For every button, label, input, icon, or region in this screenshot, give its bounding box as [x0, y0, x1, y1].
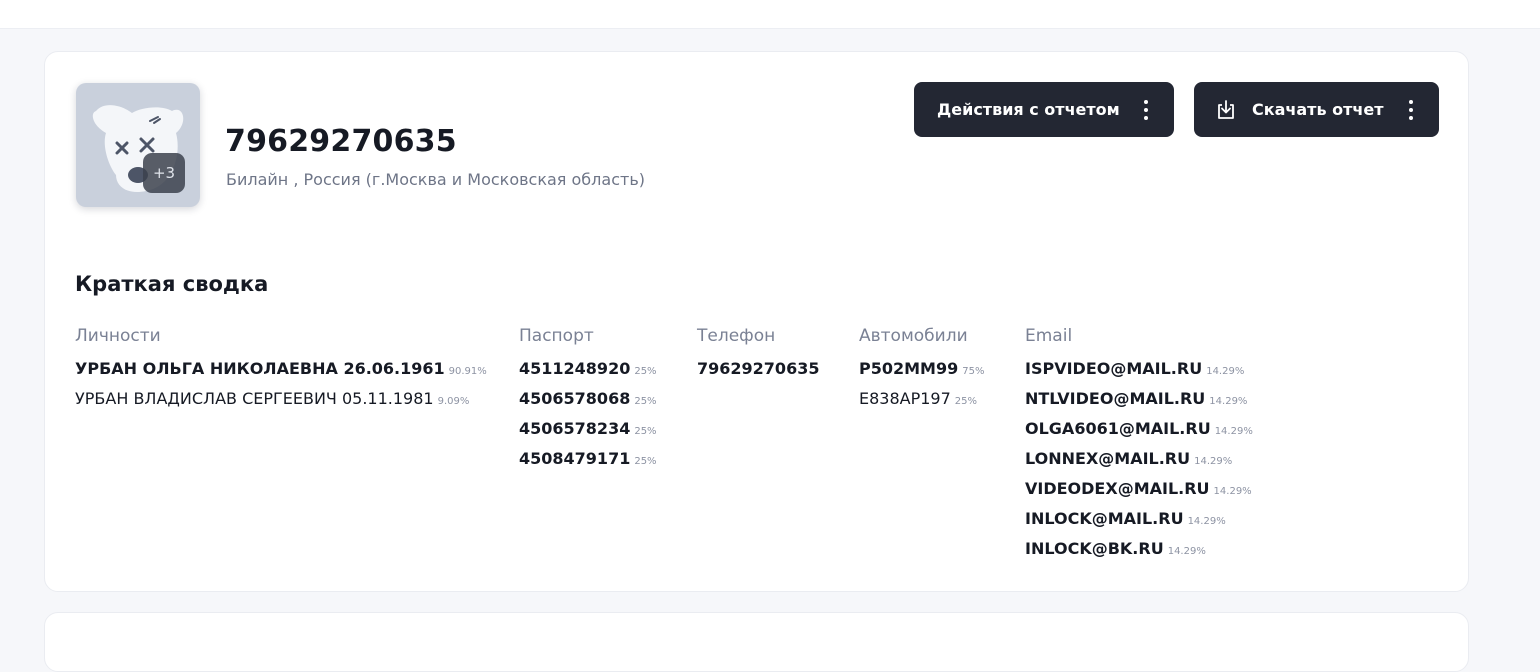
report-actions-label: Действия с отчетом — [937, 100, 1120, 119]
car-plate: Р502ММ99 — [859, 359, 959, 378]
top-bar — [0, 0, 1540, 29]
summary-title: Краткая сводка — [75, 272, 269, 296]
report-card: +3 79629270635 Билайн , Россия (г.Москва… — [44, 51, 1469, 592]
email-item[interactable]: VIDEODEX@MAIL.RU 14.29% — [1025, 477, 1253, 507]
email-item[interactable]: NTLVIDEO@MAIL.RU 14.29% — [1025, 387, 1253, 417]
email-item[interactable]: ISPVIDEO@MAIL.RU 14.29% — [1025, 357, 1253, 387]
more-vertical-icon — [1144, 100, 1148, 120]
passport-number: 4506578234 — [519, 419, 631, 438]
phones-header: Телефон — [697, 326, 776, 346]
email-percent: 14.29% — [1209, 396, 1248, 407]
email-item[interactable]: LONNEX@MAIL.RU 14.29% — [1025, 447, 1253, 477]
passport-percent: 25% — [634, 456, 657, 467]
email-percent: 14.29% — [1213, 486, 1252, 497]
phones-column: Телефон 79629270635 — [697, 326, 819, 387]
passport-item[interactable]: 4506578234 25% — [519, 417, 657, 447]
emails-header: Email — [1025, 326, 1073, 346]
email-percent: 14.29% — [1206, 366, 1245, 377]
passport-item[interactable]: 4511248920 25% — [519, 357, 657, 387]
car-plate: Е838АР197 — [859, 389, 951, 408]
email-address: NTLVIDEO@MAIL.RU — [1025, 389, 1206, 408]
download-report-label: Скачать отчет — [1252, 100, 1384, 119]
person-item[interactable]: УРБАН ВЛАДИСЛАВ СЕРГЕЕВИЧ 05.11.1981 9.09… — [75, 387, 487, 417]
persons-column: Личности УРБАН ОЛЬГА НИКОЛАЕВНА 26.06.19… — [75, 326, 487, 417]
cars-header: Автомобили — [859, 326, 968, 346]
passport-number: 4508479171 — [519, 449, 631, 468]
email-percent: 14.29% — [1167, 546, 1206, 557]
download-icon — [1218, 99, 1234, 119]
passport-percent: 25% — [634, 396, 657, 407]
phone-item[interactable]: 79629270635 — [697, 357, 819, 387]
report-subtitle: Билайн , Россия (г.Москва и Московская о… — [226, 170, 645, 189]
person-percent: 90.91% — [448, 366, 487, 377]
email-address: INLOCK@MAIL.RU — [1025, 509, 1184, 528]
passport-percent: 25% — [634, 426, 657, 437]
email-item[interactable]: OLGA6061@MAIL.RU 14.29% — [1025, 417, 1253, 447]
person-name: УРБАН ВЛАДИСЛАВ СЕРГЕЕВИЧ 05.11.1981 — [75, 389, 434, 408]
email-address: INLOCK@BK.RU — [1025, 539, 1164, 558]
avatar-extra-count[interactable]: +3 — [143, 153, 185, 193]
car-item[interactable]: Е838АР197 25% — [859, 387, 984, 417]
passport-item[interactable]: 4506578068 25% — [519, 387, 657, 417]
email-percent: 14.29% — [1187, 516, 1226, 527]
person-item[interactable]: УРБАН ОЛЬГА НИКОЛАЕВНА 26.06.1961 90.91% — [75, 357, 487, 387]
passports-header: Паспорт — [519, 326, 594, 346]
car-percent: 75% — [962, 366, 985, 377]
cars-column: Автомобили Р502ММ99 75% Е838АР197 25% — [859, 326, 984, 417]
more-vertical-icon — [1409, 100, 1413, 120]
avatar[interactable]: +3 — [76, 83, 200, 207]
next-section-card — [44, 612, 1469, 672]
passport-number: 4511248920 — [519, 359, 631, 378]
person-name: УРБАН ОЛЬГА НИКОЛАЕВНА 26.06.1961 — [75, 359, 445, 378]
persons-header: Личности — [75, 326, 161, 346]
email-address: LONNEX@MAIL.RU — [1025, 449, 1191, 468]
email-item[interactable]: INLOCK@BK.RU 14.29% — [1025, 537, 1253, 567]
person-percent: 9.09% — [437, 396, 470, 407]
email-percent: 14.29% — [1214, 426, 1253, 437]
report-actions-button[interactable]: Действия с отчетом — [914, 82, 1174, 137]
email-percent: 14.29% — [1194, 456, 1233, 467]
car-item[interactable]: Р502ММ99 75% — [859, 357, 984, 387]
report-title: 79629270635 — [225, 124, 457, 159]
passport-number: 4506578068 — [519, 389, 631, 408]
car-percent: 25% — [954, 396, 978, 407]
download-report-button[interactable]: Скачать отчет — [1194, 82, 1439, 137]
email-item[interactable]: INLOCK@MAIL.RU 14.29% — [1025, 507, 1253, 537]
email-address: ISPVIDEO@MAIL.RU — [1025, 359, 1203, 378]
passports-column: Паспорт 4511248920 25% 4506578068 25% 4506… — [519, 326, 657, 477]
email-address: OLGA6061@MAIL.RU — [1025, 419, 1211, 438]
phone-number: 79629270635 — [697, 359, 820, 378]
email-address: VIDEODEX@MAIL.RU — [1025, 479, 1210, 498]
passport-percent: 25% — [634, 366, 657, 377]
emails-column: Email ISPVIDEO@MAIL.RU 14.29% NTLVIDEO@MA… — [1025, 326, 1253, 567]
passport-item[interactable]: 4508479171 25% — [519, 447, 657, 477]
